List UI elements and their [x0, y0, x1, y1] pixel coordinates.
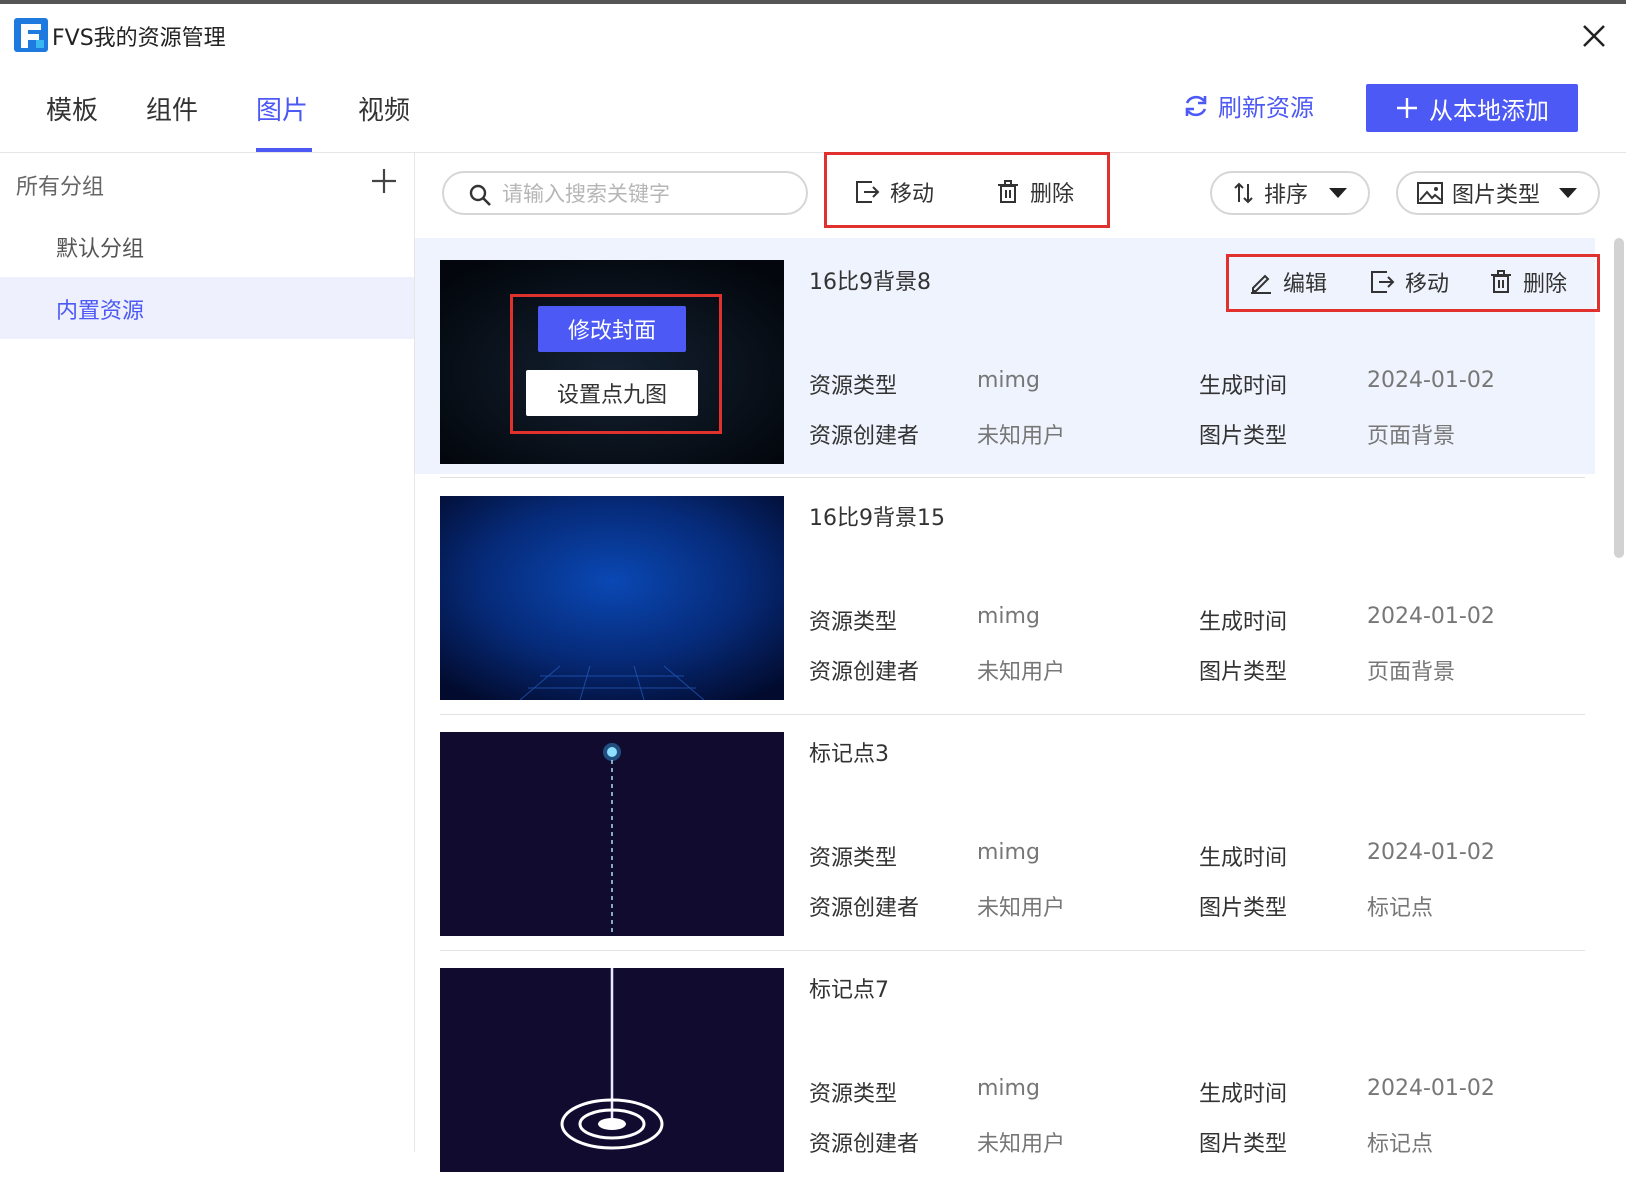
sort-label: 排序: [1264, 183, 1309, 208]
set-nine-patch-button[interactable]: 设置点九图: [526, 370, 698, 416]
resource-type-value: mimg: [977, 1076, 1040, 1101]
blue-stage-image: [440, 496, 784, 700]
bulk-move-button[interactable]: 移动: [854, 176, 934, 208]
resource-thumbnail[interactable]: [440, 968, 784, 1172]
trash-icon: [1491, 270, 1511, 293]
image-type-label: 图片类型: [1452, 183, 1541, 208]
change-cover-button[interactable]: 修改封面: [538, 306, 686, 352]
edit-label: 编辑: [1283, 272, 1328, 297]
ripple-marker-image: [440, 968, 784, 1172]
creator-label: 资源创建者: [809, 1132, 920, 1157]
sidebar-item-label: 内置资源: [56, 299, 145, 324]
sort-dropdown[interactable]: 排序: [1210, 171, 1370, 215]
resource-type-label: 资源类型: [809, 610, 898, 635]
tab-components[interactable]: 组件: [146, 90, 198, 127]
created-time-label: 生成时间: [1199, 374, 1288, 399]
created-time-label: 生成时间: [1199, 1082, 1288, 1107]
resource-card[interactable]: 标记点7 资源类型 mimg 生成时间 2024-01-02 资源创建者 未知用…: [415, 946, 1595, 1182]
list-scrollbar[interactable]: [1614, 238, 1624, 558]
row-delete-button[interactable]: 删除: [1489, 266, 1567, 298]
resource-thumbnail[interactable]: [440, 732, 784, 936]
title-bar: FVS我的资源管理: [0, 4, 1626, 66]
edit-button[interactable]: 编辑: [1249, 266, 1327, 298]
creator-value: 未知用户: [977, 1132, 1066, 1157]
created-time-value: 2024-01-02: [1367, 1076, 1495, 1101]
creator-value: 未知用户: [977, 424, 1066, 449]
resource-type-label: 资源类型: [809, 1082, 898, 1107]
resource-card[interactable]: 16比9背景15 资源类型 mimg 生成时间 2024-01-02 资源创建者…: [415, 474, 1595, 710]
trash-icon: [998, 180, 1018, 203]
created-time-value: 2024-01-02: [1367, 604, 1495, 629]
bulk-delete-button[interactable]: 删除: [996, 176, 1074, 208]
add-from-local-button[interactable]: 从本地添加: [1366, 84, 1578, 132]
plus-icon: [1397, 98, 1417, 118]
pencil-icon: [1251, 274, 1271, 294]
image-type-meta-label: 图片类型: [1199, 424, 1288, 449]
resource-type-label: 资源类型: [809, 374, 898, 399]
move-icon: [1371, 271, 1395, 293]
image-type-value: 标记点: [1367, 896, 1434, 921]
resource-card[interactable]: 标记点3 资源类型 mimg 生成时间 2024-01-02 资源创建者 未知用…: [415, 710, 1595, 946]
creator-value: 未知用户: [977, 896, 1066, 921]
creator-label: 资源创建者: [809, 896, 920, 921]
caret-down-icon: [1329, 188, 1348, 198]
all-groups-heading: 所有分组: [16, 175, 105, 200]
image-icon: [1417, 182, 1443, 204]
row-move-button[interactable]: 移动: [1369, 266, 1449, 298]
row-move-label: 移动: [1405, 272, 1450, 297]
image-type-value: 页面背景: [1367, 424, 1456, 449]
resource-type-label: 资源类型: [809, 846, 898, 871]
created-time-label: 生成时间: [1199, 846, 1288, 871]
window-title: FVS我的资源管理: [52, 26, 226, 51]
caret-down-icon: [1559, 188, 1578, 198]
bulk-delete-label: 删除: [1030, 182, 1075, 207]
search-box: [442, 171, 808, 215]
image-type-dropdown[interactable]: 图片类型: [1396, 171, 1600, 215]
tab-templates[interactable]: 模板: [46, 90, 98, 127]
created-time-value: 2024-01-02: [1367, 368, 1495, 393]
created-time-label: 生成时间: [1199, 610, 1288, 635]
add-from-local-label: 从本地添加: [1429, 96, 1549, 125]
resource-tabs: 模板 组件 图片 视频 刷新资源 从本地添加: [0, 66, 1626, 153]
tab-videos[interactable]: 视频: [358, 90, 410, 127]
sidebar-item-default-group[interactable]: 默认分组: [0, 215, 414, 277]
image-type-meta-label: 图片类型: [1199, 896, 1288, 921]
resource-type-value: mimg: [977, 840, 1040, 865]
creator-label: 资源创建者: [809, 660, 920, 685]
resource-name: 16比9背景8: [809, 270, 931, 295]
tab-images[interactable]: 图片: [256, 90, 308, 127]
active-tab-indicator: [256, 148, 312, 152]
fvs-logo-icon: [14, 18, 48, 52]
sort-icon: [1234, 182, 1253, 204]
bulk-move-label: 移动: [890, 182, 935, 207]
resource-type-value: mimg: [977, 368, 1040, 393]
sidebar-item-builtin-resources[interactable]: 内置资源: [0, 277, 414, 339]
image-type-value: 标记点: [1367, 1132, 1434, 1157]
group-sidebar: 所有分组 默认分组 内置资源: [0, 153, 415, 1152]
move-icon: [856, 181, 880, 203]
resource-name: 标记点3: [809, 742, 889, 767]
resource-name: 标记点7: [809, 978, 889, 1003]
image-type-meta-label: 图片类型: [1199, 1132, 1288, 1157]
row-delete-label: 删除: [1523, 272, 1568, 297]
creator-label: 资源创建者: [809, 424, 920, 449]
resource-type-value: mimg: [977, 604, 1040, 629]
marker-point-image: [440, 732, 784, 936]
sidebar-item-label: 默认分组: [56, 237, 145, 262]
created-time-value: 2024-01-02: [1367, 840, 1495, 865]
resource-name: 16比9背景15: [809, 506, 945, 531]
image-type-value: 页面背景: [1367, 660, 1456, 685]
refresh-icon: [1185, 95, 1207, 116]
image-type-meta-label: 图片类型: [1199, 660, 1288, 685]
add-group-icon[interactable]: [370, 167, 398, 195]
resource-thumbnail[interactable]: [440, 496, 784, 700]
search-icon: [469, 184, 491, 206]
close-icon[interactable]: [1578, 20, 1610, 52]
refresh-label: 刷新资源: [1218, 94, 1314, 122]
search-input[interactable]: [500, 179, 794, 209]
creator-value: 未知用户: [977, 660, 1066, 685]
refresh-resources-button[interactable]: 刷新资源: [1182, 88, 1314, 123]
